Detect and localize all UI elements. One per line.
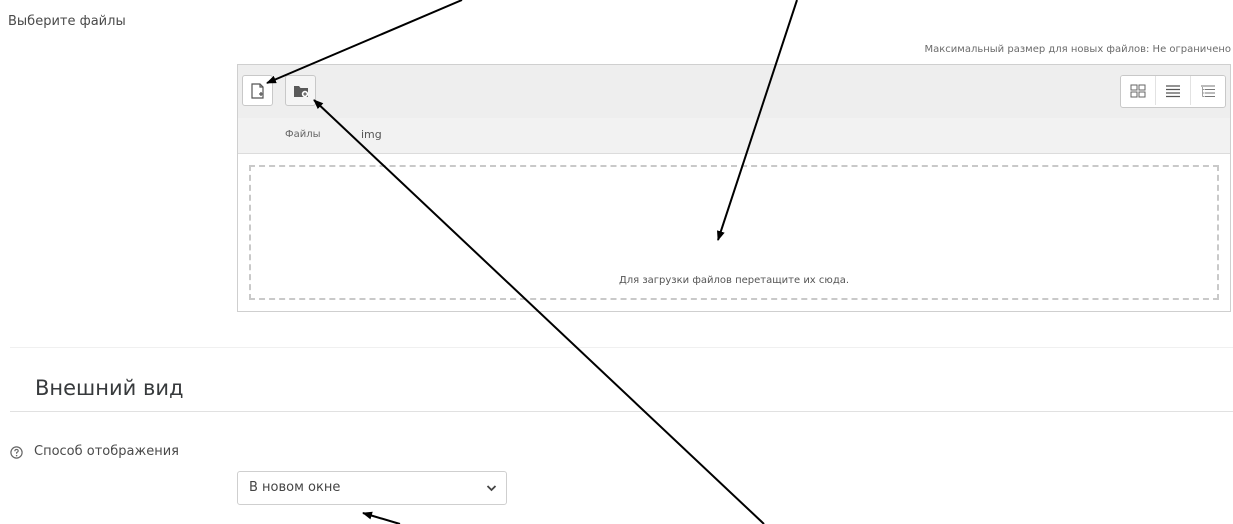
arrow-to-select [362,511,401,524]
files-field-label: Выберите файлы [8,14,126,29]
breadcrumb-item-files[interactable]: Файлы [285,129,321,140]
list-view-icon [1166,84,1180,97]
section-divider [10,411,1233,412]
breadcrumb-item-img[interactable]: img [361,128,382,141]
add-file-icon [250,82,264,99]
dropzone-text: Для загрузки файлов перетащите их сюда. [618,275,850,286]
file-manager: Файлы img Для загрузки файлов перетащите… [237,64,1231,312]
create-folder-icon [293,85,308,97]
max-size-note: Максимальный размер для новых файлов: Не… [924,44,1232,55]
section-divider [10,347,1233,348]
add-file-button[interactable] [242,75,273,106]
list-view-button[interactable] [1155,76,1190,105]
display-mode-value: В новом окне [249,480,341,495]
icons-view-icon [1130,84,1146,97]
tree-view-icon [1201,84,1215,97]
appearance-section-title[interactable]: Внешний вид [35,376,184,400]
display-mode-select[interactable]: В новом окне [237,471,507,505]
file-manager-toolbar [238,65,1230,119]
create-folder-button[interactable] [285,75,316,106]
folder-breadcrumb: Файлы img [238,118,1230,154]
icons-view-button[interactable] [1121,76,1155,105]
file-dropzone[interactable]: Для загрузки файлов перетащите их сюда. [249,165,1219,300]
help-icon[interactable] [10,446,23,459]
tree-view-button[interactable] [1190,76,1225,105]
page: Выберите файлы Максимальный размер для н… [0,0,1233,524]
view-mode-switcher [1120,75,1226,108]
chevron-down-icon [486,485,497,492]
display-mode-label: Способ отображения [34,444,179,459]
